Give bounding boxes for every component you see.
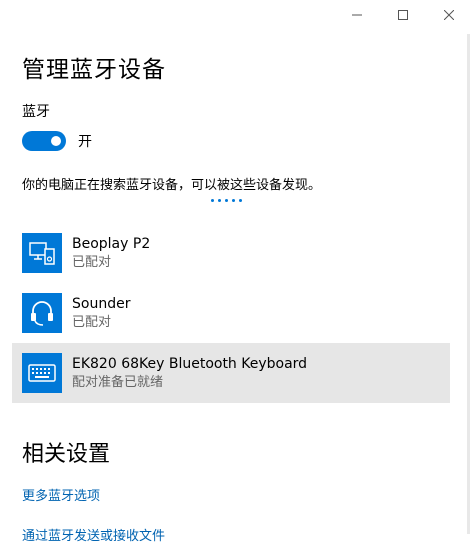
device-status: 已配对 xyxy=(72,315,112,330)
page-title: 管理蓝牙设备 xyxy=(22,57,166,83)
searching-status-text: 你的电脑正在搜索蓝牙设备，可以被这些设备发现。 xyxy=(22,178,322,193)
progress-dot xyxy=(232,199,235,202)
progress-dot xyxy=(225,199,228,202)
minimize-icon xyxy=(352,14,362,16)
scrollbar[interactable] xyxy=(464,30,472,553)
device-item-ek820-keyboard[interactable]: EK820 68Key Bluetooth Keyboard 配对准备已就绪 xyxy=(12,343,450,403)
progress-dots xyxy=(211,199,242,202)
close-button[interactable] xyxy=(426,0,472,30)
phone-audio-device-icon xyxy=(22,233,62,273)
scrollbar-track[interactable] xyxy=(467,34,470,534)
device-item-beoplay[interactable]: Beoplay P2 已配对 xyxy=(12,223,450,283)
progress-dot xyxy=(211,199,214,202)
maximize-icon xyxy=(398,10,408,20)
bluetooth-label: 蓝牙 xyxy=(22,104,50,120)
device-list: Beoplay P2 已配对 Sounder 已配对 EK820 68Key B… xyxy=(12,223,450,403)
toggle-state-label: 开 xyxy=(78,134,92,150)
bluetooth-toggle[interactable] xyxy=(22,131,66,151)
progress-dot xyxy=(218,199,221,202)
more-bluetooth-options-link[interactable]: 更多蓝牙选项 xyxy=(22,485,100,504)
title-bar xyxy=(312,0,472,30)
send-receive-files-link[interactable]: 通过蓝牙发送或接收文件 xyxy=(22,525,165,544)
close-icon xyxy=(444,10,454,20)
device-name: Beoplay P2 xyxy=(72,236,151,252)
headset-icon xyxy=(22,293,62,333)
bluetooth-toggle-row: 开 xyxy=(22,131,92,151)
device-status: 已配对 xyxy=(72,255,112,270)
keyboard-icon xyxy=(22,353,62,393)
device-status: 配对准备已就绪 xyxy=(72,375,164,390)
related-settings-title: 相关设置 xyxy=(22,442,111,467)
minimize-button[interactable] xyxy=(334,0,380,30)
device-name: Sounder xyxy=(72,296,131,312)
device-item-sounder[interactable]: Sounder 已配对 xyxy=(12,283,450,343)
device-name: EK820 68Key Bluetooth Keyboard xyxy=(72,356,308,372)
toggle-knob xyxy=(51,136,61,146)
maximize-button[interactable] xyxy=(380,0,426,30)
progress-dot xyxy=(239,199,242,202)
